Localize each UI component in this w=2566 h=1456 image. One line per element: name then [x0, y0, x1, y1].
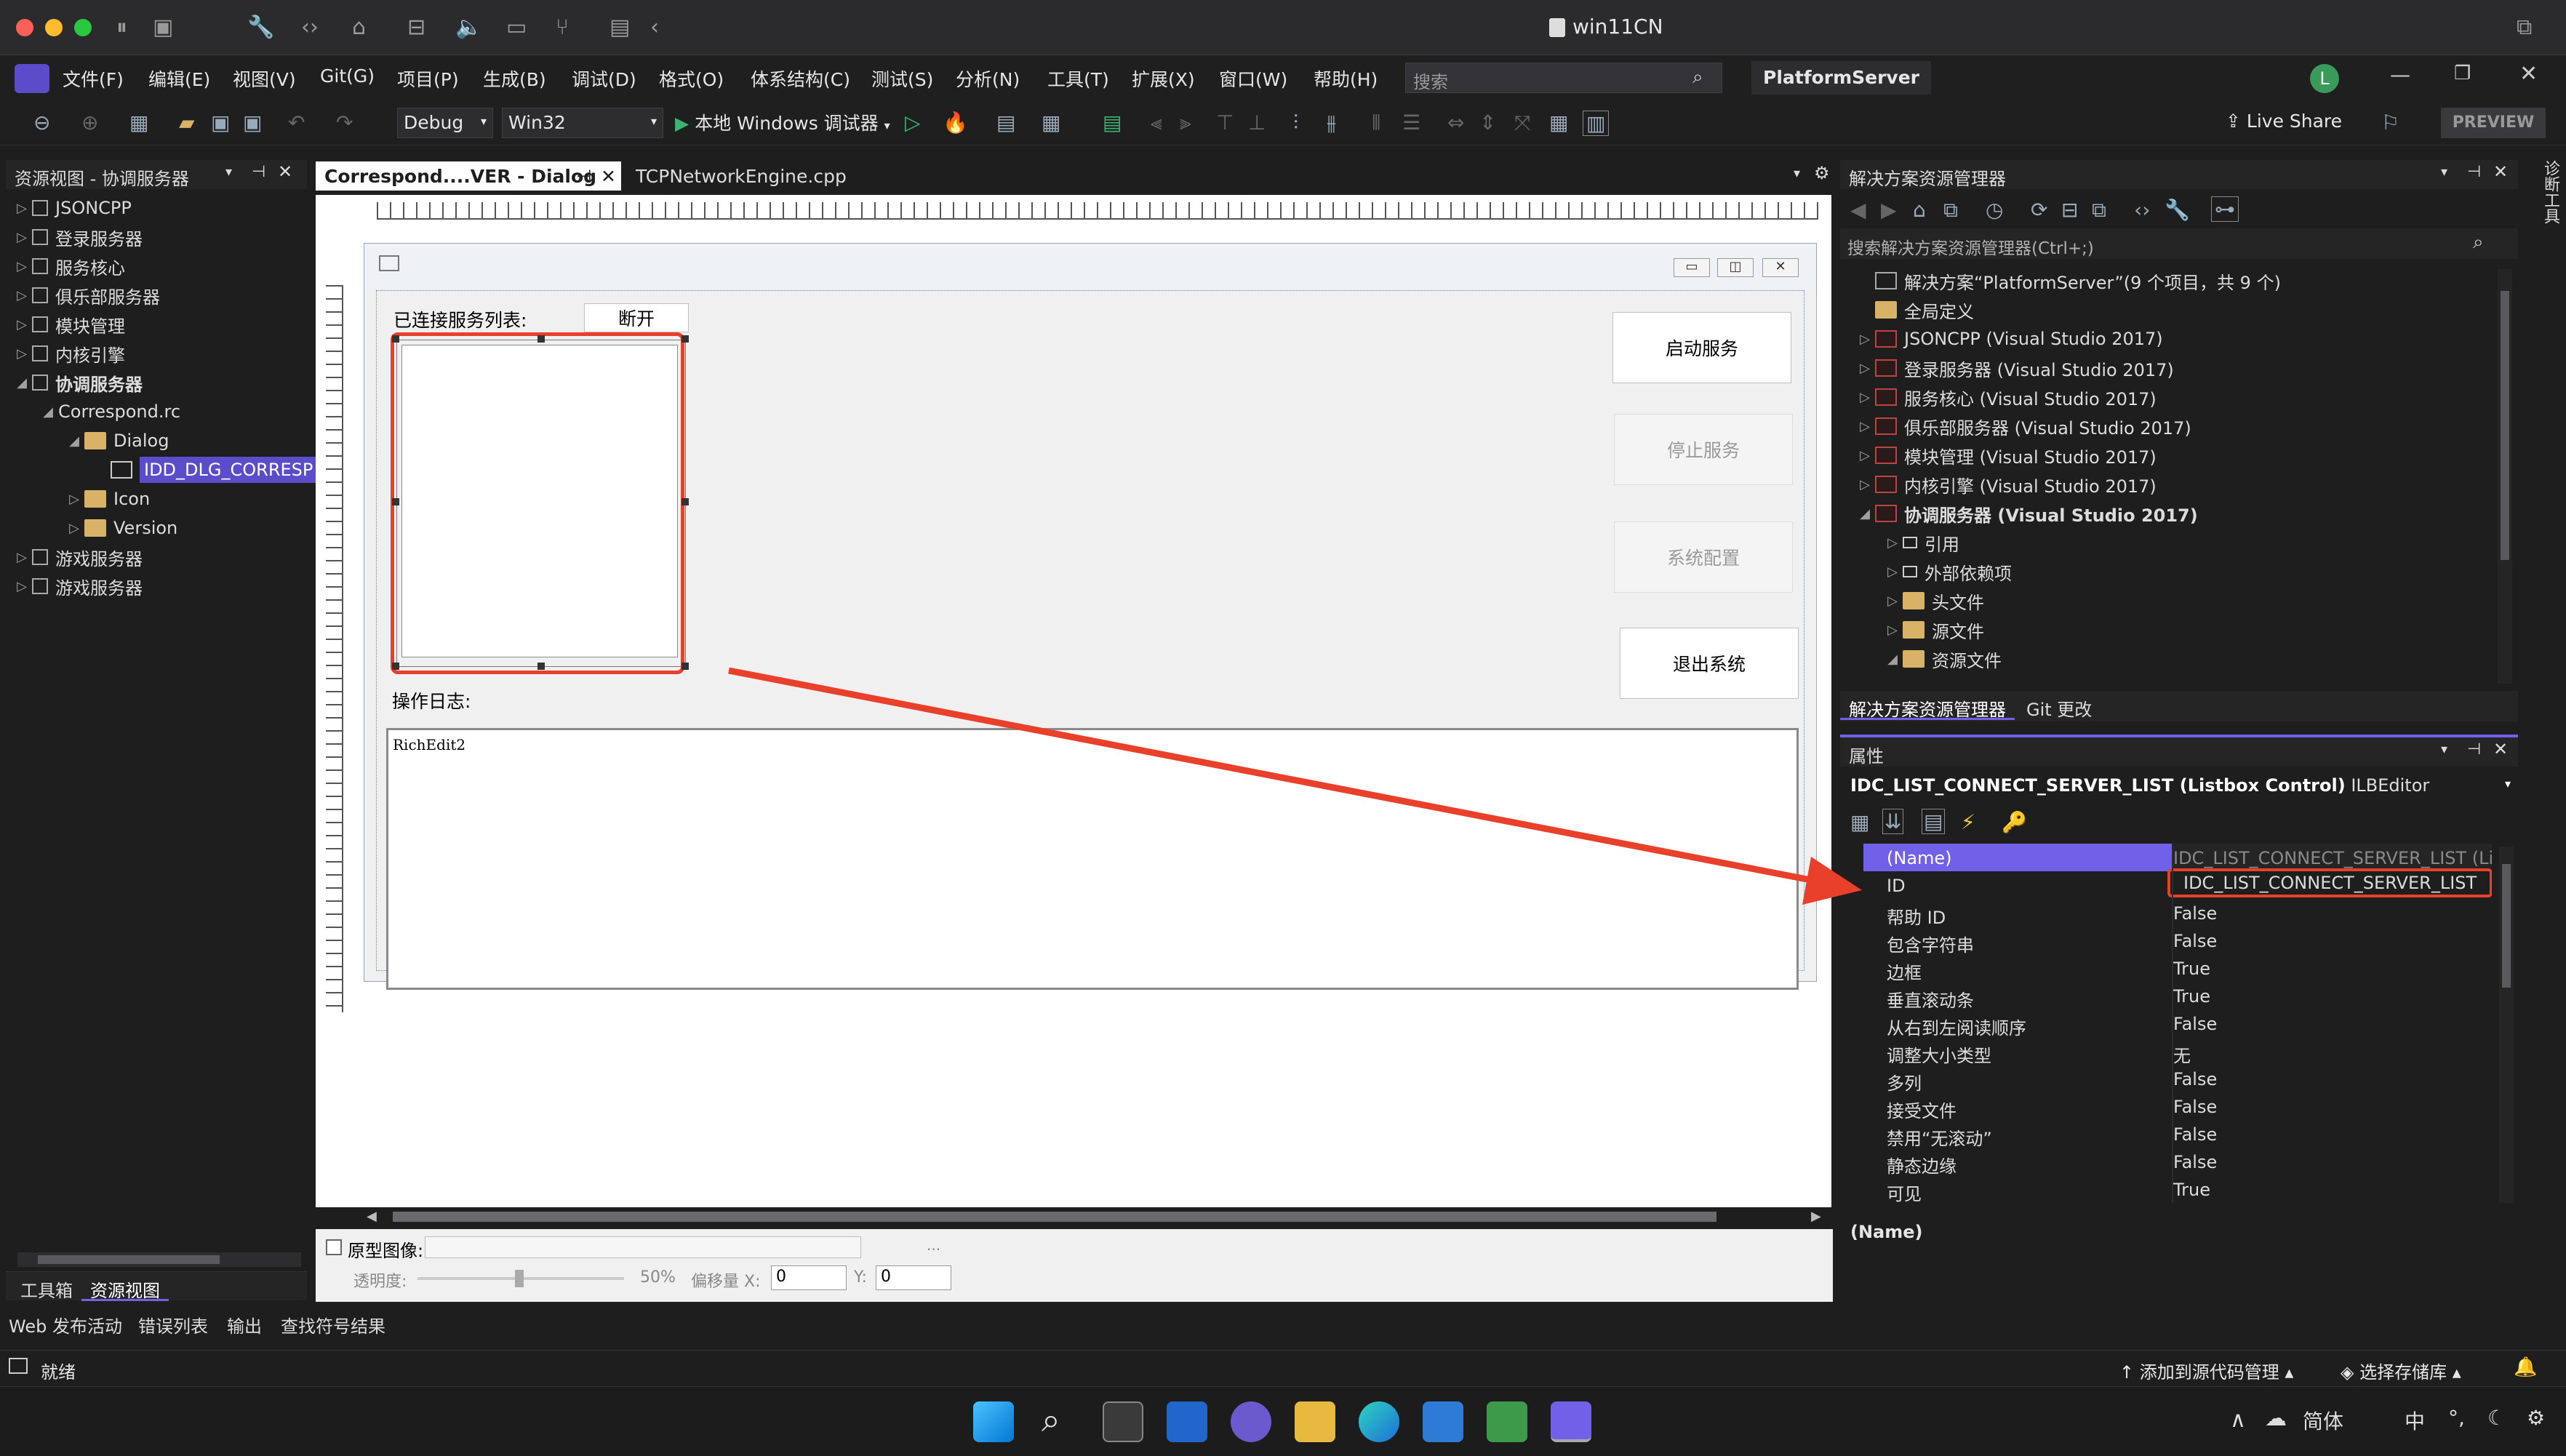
annotation-arrow-line	[728, 667, 1819, 885]
annotation-arrow	[728, 667, 1862, 905]
annotation-arrowhead	[1802, 857, 1862, 905]
